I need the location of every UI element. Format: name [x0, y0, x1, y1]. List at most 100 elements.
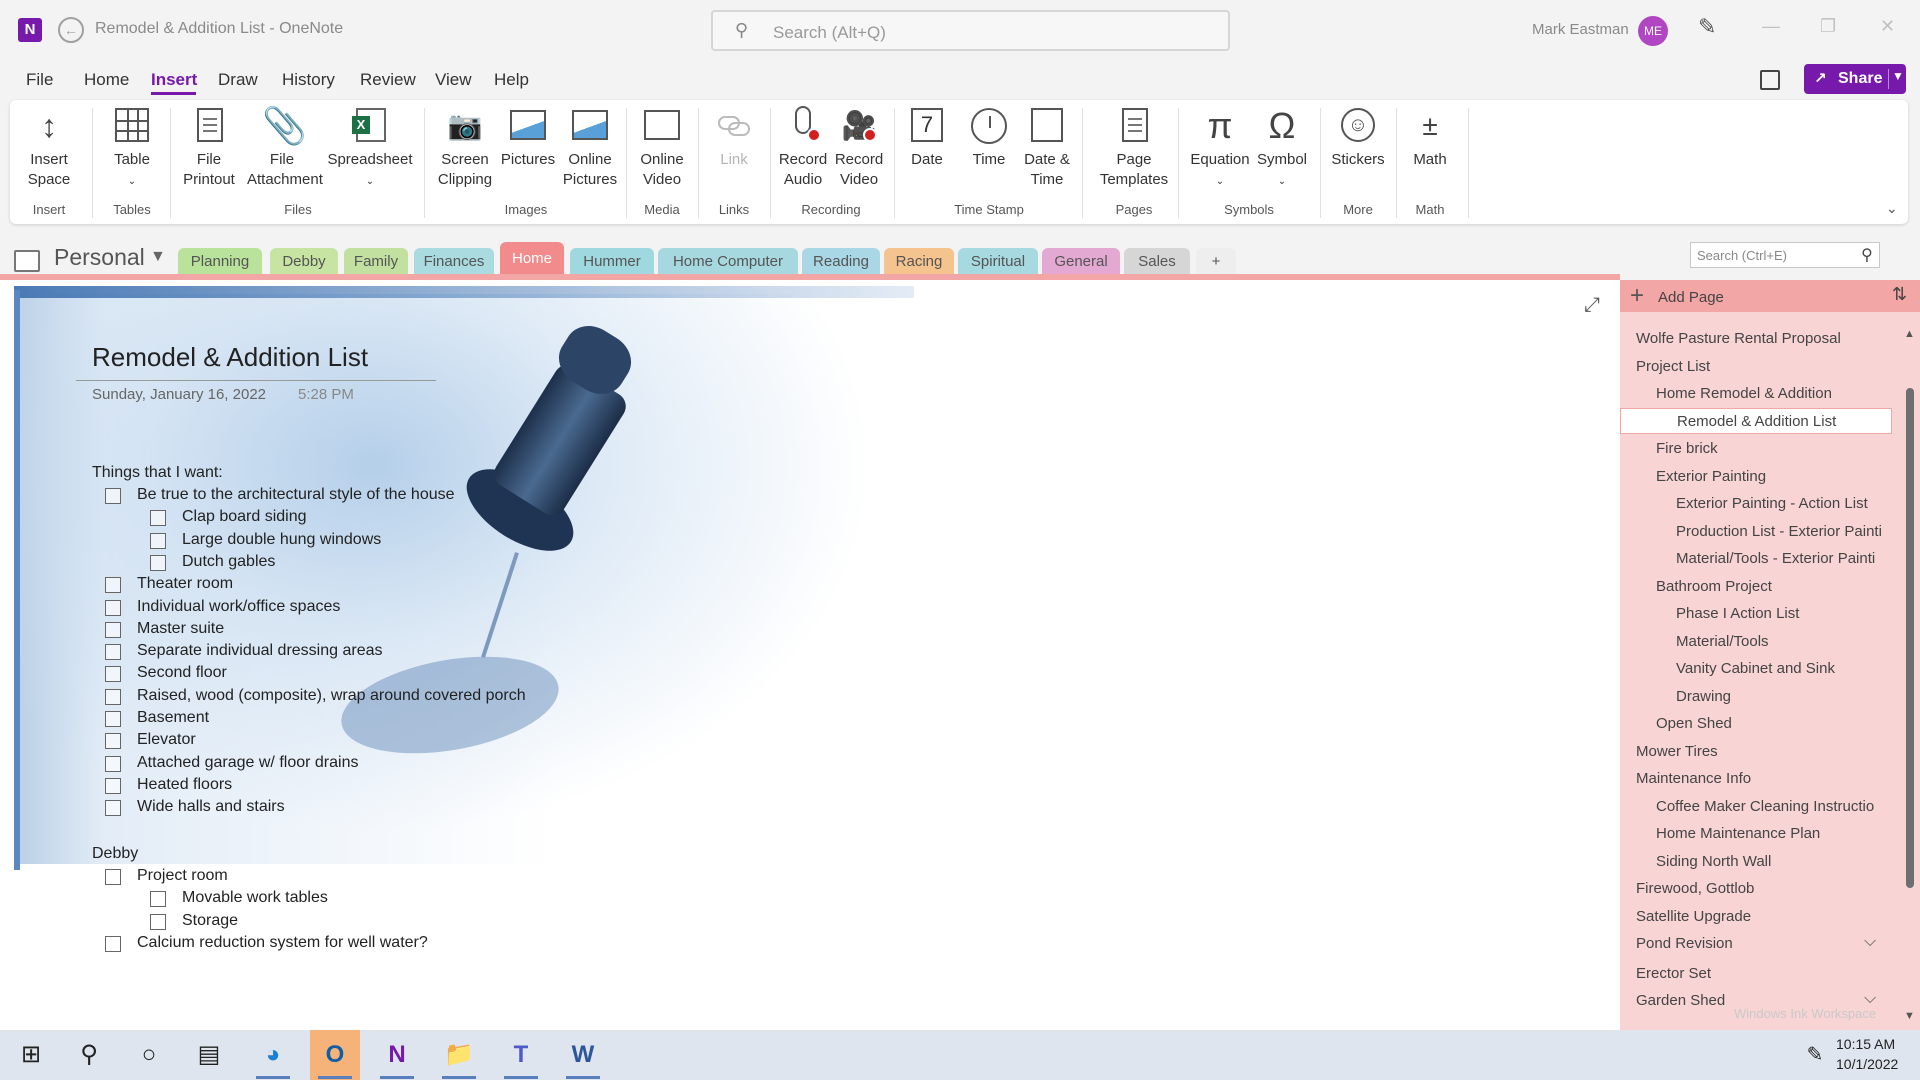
page-item[interactable]: Coffee Maker Cleaning Instructio — [1656, 798, 1874, 815]
file-printout-button[interactable]: File Printout — [176, 100, 242, 204]
menu-history[interactable]: History — [282, 70, 335, 90]
page-item[interactable]: Vanity Cabinet and Sink — [1676, 660, 1835, 677]
page-item[interactable]: Mower Tires — [1636, 743, 1718, 760]
chevron-down-icon[interactable]: ▼ — [150, 248, 166, 266]
list-item[interactable]: Individual work/office spaces — [137, 598, 340, 616]
list-item[interactable]: Master suite — [137, 620, 224, 638]
task-view-icon[interactable]: ▤ — [184, 1030, 234, 1080]
time-button[interactable]: Time — [962, 100, 1016, 204]
file-explorer-icon[interactable]: 📁 — [434, 1030, 484, 1080]
add-page-button[interactable]: + Add Page ⇅ — [1620, 280, 1920, 312]
list-item[interactable]: Be true to the architectural style of th… — [137, 486, 455, 504]
table-button[interactable]: Table ⌄ — [100, 100, 164, 204]
list-item[interactable]: Large double hung windows — [182, 531, 381, 549]
add-section-button[interactable]: + — [1196, 248, 1236, 276]
maximize-button[interactable]: ❐ — [1820, 16, 1836, 37]
checkbox[interactable] — [150, 913, 166, 930]
date-time-button[interactable]: Date & Time — [1016, 100, 1078, 204]
math-button[interactable]: ± Math — [1402, 100, 1458, 204]
menu-home[interactable]: Home — [84, 70, 129, 90]
notebook-name[interactable]: Personal — [54, 244, 145, 271]
cortana-icon[interactable]: ○ — [124, 1030, 174, 1080]
page-item[interactable]: Bathroom Project — [1656, 578, 1772, 595]
link-button[interactable]: Link — [702, 100, 766, 204]
avatar[interactable]: ME — [1638, 16, 1668, 46]
checkbox[interactable] — [105, 666, 121, 683]
checkbox[interactable] — [150, 510, 166, 527]
pen-icon[interactable]: ✎ — [1698, 14, 1716, 40]
checkbox[interactable] — [105, 488, 121, 504]
checkbox[interactable] — [105, 733, 121, 750]
menu-insert[interactable]: Insert — [151, 70, 197, 90]
back-button[interactable]: ← — [58, 17, 84, 43]
page-item[interactable]: Firewood, Gottlob — [1636, 880, 1754, 897]
checkbox[interactable] — [105, 869, 121, 885]
page-item[interactable]: Production List - Exterior Painti — [1676, 523, 1882, 540]
outlook-icon[interactable]: O — [310, 1030, 360, 1080]
record-video-button[interactable]: 🎥 Record Video — [830, 100, 888, 204]
screen-clipping-button[interactable]: 📷 Screen Clipping — [430, 100, 500, 204]
list-item[interactable]: Theater room — [137, 575, 233, 593]
equation-button[interactable]: π Equation ⌄ — [1186, 100, 1254, 204]
list-heading[interactable]: Things that I want: — [92, 464, 223, 482]
checkbox[interactable] — [150, 554, 166, 571]
list-item[interactable]: Dutch gables — [182, 553, 275, 571]
menu-review[interactable]: Review — [360, 70, 416, 90]
checkbox[interactable] — [105, 935, 121, 952]
insert-space-button[interactable]: ↕ Insert Space — [14, 100, 84, 204]
menu-view[interactable]: View — [435, 70, 472, 90]
online-pictures-button[interactable]: Online Pictures — [558, 100, 622, 204]
minimize-button[interactable]: — — [1762, 16, 1780, 37]
checkbox[interactable] — [105, 644, 121, 661]
page-item[interactable]: Satellite Upgrade — [1636, 908, 1751, 925]
page-item[interactable]: Siding North Wall — [1656, 853, 1771, 870]
notebook-icon[interactable] — [14, 250, 40, 272]
pictures-button[interactable]: Pictures — [496, 100, 560, 204]
checkbox[interactable] — [150, 532, 166, 549]
symbol-button[interactable]: Ω Symbol ⌄ — [1252, 100, 1312, 204]
page-item[interactable]: Project List — [1636, 358, 1710, 375]
list-item[interactable]: Raised, wood (composite), wrap around co… — [137, 687, 526, 705]
share-button[interactable]: ↗ Share ▼ — [1804, 64, 1906, 94]
tab-racing[interactable]: Racing — [884, 248, 954, 276]
tab-family[interactable]: Family — [344, 248, 408, 276]
page-item[interactable]: Exterior Painting — [1656, 468, 1766, 485]
page-item-selected[interactable]: Remodel & Addition List — [1620, 407, 1892, 434]
list-item[interactable]: Attached garage w/ floor drains — [137, 754, 358, 772]
page-title[interactable]: Remodel & Addition List — [92, 342, 368, 373]
menu-draw[interactable]: Draw — [218, 70, 258, 90]
checkbox[interactable] — [105, 577, 121, 594]
checkbox[interactable] — [105, 688, 121, 705]
user-name[interactable]: Mark Eastman — [1532, 21, 1629, 38]
list-item[interactable]: Calcium reduction system for well water? — [137, 934, 428, 952]
tab-home-computer[interactable]: Home Computer — [658, 248, 798, 276]
page-item[interactable]: Fire brick — [1656, 440, 1718, 457]
notebook-icon[interactable] — [1760, 70, 1780, 90]
pen-menu-icon[interactable]: ✎ — [1790, 1030, 1840, 1080]
list-item[interactable]: Storage — [182, 912, 238, 930]
list-item[interactable]: Basement — [137, 709, 209, 727]
list-item[interactable]: Elevator — [137, 731, 196, 749]
menu-help[interactable]: Help — [494, 70, 529, 90]
page-item[interactable]: Drawing — [1676, 688, 1731, 705]
list-item[interactable]: Wide halls and stairs — [137, 798, 285, 816]
page-item[interactable]: Phase I Action List — [1676, 605, 1799, 622]
word-icon[interactable]: W — [558, 1030, 608, 1080]
online-video-button[interactable]: Online Video — [630, 100, 694, 204]
checkbox[interactable] — [105, 599, 121, 616]
tab-debby[interactable]: Debby — [270, 248, 338, 276]
stickers-button[interactable]: ☺ Stickers — [1326, 100, 1390, 204]
page-item[interactable]: Garden Shed — [1636, 992, 1725, 1009]
tab-finances[interactable]: Finances — [414, 248, 494, 276]
list-heading[interactable]: Debby — [92, 845, 138, 863]
clock-time[interactable]: 10:15 AM — [1836, 1036, 1895, 1052]
list-item[interactable]: Heated floors — [137, 776, 232, 794]
tab-planning[interactable]: Planning — [178, 248, 262, 276]
checkbox[interactable] — [105, 800, 121, 817]
page-item[interactable]: Erector Set — [1636, 965, 1711, 982]
file-attachment-button[interactable]: 📎 File Attachment — [242, 100, 323, 204]
checkbox[interactable] — [105, 711, 121, 727]
page-item[interactable]: Wolfe Pasture Rental Proposal — [1636, 330, 1841, 347]
spreadsheet-button[interactable]: Spreadsheet ⌄ — [320, 100, 420, 204]
list-item[interactable]: Separate individual dressing areas — [137, 642, 382, 660]
